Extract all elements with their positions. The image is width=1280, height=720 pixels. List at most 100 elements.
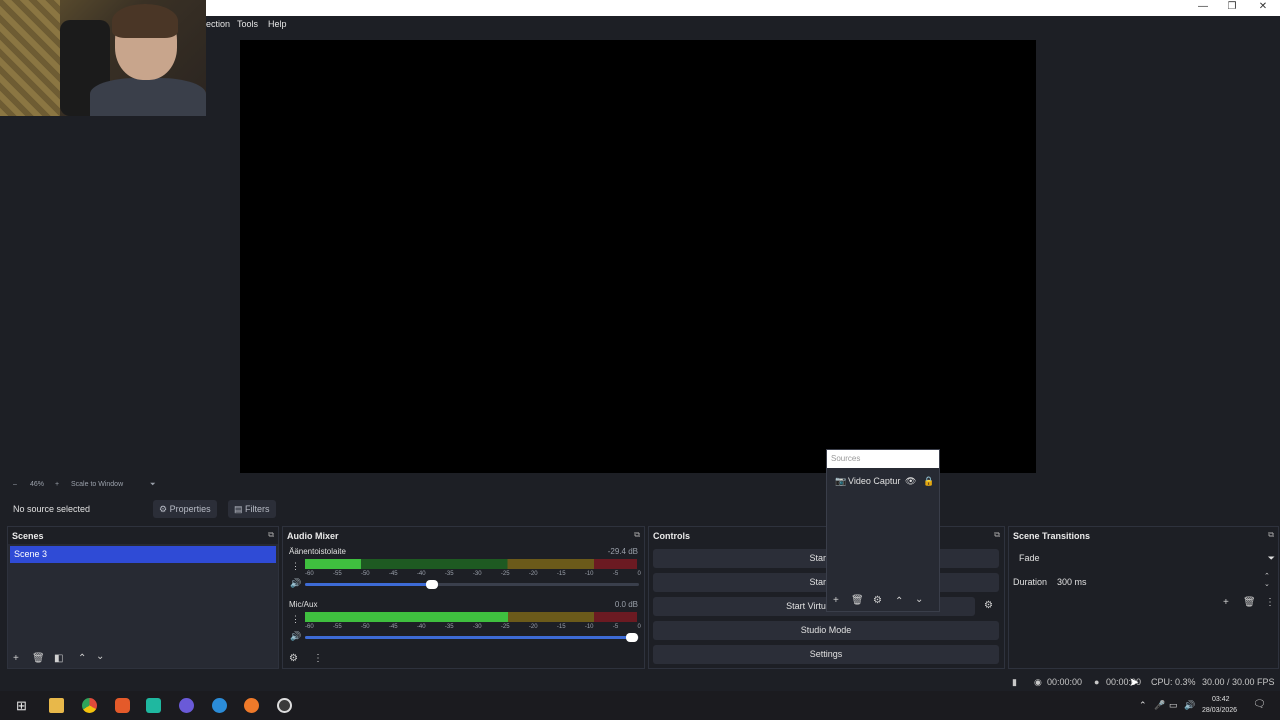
speaker-icon[interactable]: 🔊 [290,578,301,589]
cpu-usage: CPU: 0.3% [1151,677,1196,687]
app-icon[interactable] [146,698,161,713]
trash-icon[interactable]: 🗑 [851,595,864,606]
properties-label: Properties [169,504,211,514]
zoom-in-button[interactable]: + [55,481,59,488]
menu-scene-collection[interactable]: ection [206,19,230,29]
volume-meter [305,559,637,569]
meter-ticks: -60 -55 -50 -45 -40 -35 -30 -25 -20 -15 -10 -5 0 [305,571,641,577]
firefox-icon[interactable] [244,698,259,713]
properties-button[interactable]: ⚙ Properties [153,500,217,518]
gear-icon[interactable]: ⚙ [289,653,298,664]
kebab-menu-icon[interactable]: ⋮ [313,653,323,664]
meter-tick: -5 [612,624,619,630]
slider-fill [305,636,633,639]
speaker-icon[interactable]: 🔊 [290,631,301,642]
meter-tick: -20 [528,571,538,577]
minimize-button[interactable]: — [1188,0,1218,16]
meter-tick: 0 [637,624,641,630]
audio-mixer-dock: Audio Mixer ⧉ Äänentoistolaite -29.4 dB … [282,526,645,669]
kebab-menu-icon[interactable]: ⋮ [291,561,300,572]
sources-dock: Sources 📷 Video Captur 👁 🔒 + 🗑 ⚙ ⌃ ⌄ [826,449,940,612]
preview-canvas[interactable] [240,40,1036,473]
chevron-up-icon[interactable]: ⌃ [1139,700,1147,711]
clock-date[interactable]: 28/03/2026 [1202,707,1237,714]
transitions-title: Scene Transitions [1013,531,1091,541]
chevron-up-icon[interactable]: ⌃ [895,596,903,607]
add-icon[interactable]: + [833,595,839,606]
undock-icon[interactable]: ⧉ [1268,530,1274,540]
restore-button[interactable]: ❐ [1217,0,1247,16]
source-item[interactable]: 📷 Video Captur 👁 🔒 [827,474,939,488]
signal-icon: ▮ [1012,677,1017,687]
edge-icon[interactable] [212,698,227,713]
source-status: No source selected [13,504,91,514]
gear-icon[interactable]: ⚙ [984,600,993,611]
scenes-dock: Scenes ⧉ Scene 3 + 🗑 ◧ ⌃ ⌄ [7,526,279,669]
filters-button[interactable]: ▤ Filters [228,500,276,518]
volume-meter [305,612,637,622]
eye-icon[interactable]: 👁 [905,474,916,488]
discord-icon[interactable] [179,698,194,713]
clock-time[interactable]: 03:42 [1212,696,1230,703]
gear-icon[interactable]: ⚙ [873,595,882,606]
undock-icon[interactable]: ⧉ [634,530,640,540]
chevron-up-icon[interactable]: ⌃ [1264,572,1270,580]
kebab-menu-icon[interactable]: ⋮ [291,614,300,625]
chevron-down-icon[interactable]: ⏷ [150,481,156,489]
scenes-title: Scenes [12,531,44,541]
windows-start-icon[interactable]: ⊞ [16,698,27,714]
menu-help[interactable]: Help [268,19,287,29]
slider-knob[interactable] [626,633,639,642]
meter-tick: -40 [416,624,426,630]
studio-mode-button[interactable]: Studio Mode [653,621,999,640]
obs-icon[interactable] [277,698,292,713]
person-shirt [90,78,206,116]
lock-icon[interactable]: 🔒 [923,474,934,488]
meter-tick: -40 [416,571,426,577]
channel-name: Äänentoistolaite [289,547,346,556]
kebab-menu-icon[interactable]: ⋮ [1265,597,1275,608]
trash-icon[interactable]: 🗑 [32,653,45,664]
chevron-down-icon[interactable]: ⌄ [1264,580,1270,588]
stream-dot-icon: ◉ [1034,677,1042,687]
volume-icon[interactable]: 🔊 [1184,700,1195,711]
notification-icon[interactable]: 🗨 [1253,699,1266,710]
volume-slider[interactable] [305,580,639,589]
undock-icon[interactable]: ⧉ [268,530,274,540]
settings-button[interactable]: Settings [653,645,999,664]
chevron-down-icon[interactable]: ⌄ [915,594,923,605]
add-icon[interactable]: + [13,653,19,664]
source-label: Video Captur [848,476,901,486]
add-icon[interactable]: + [1223,597,1229,608]
chevron-up-icon[interactable]: ⌃ [78,653,86,664]
microphone-icon[interactable]: 🎤 [1154,700,1165,711]
scene-item[interactable]: Scene 3 [10,546,276,563]
brave-icon[interactable] [115,698,130,713]
record-dot-icon: ● [1094,677,1100,687]
trash-icon[interactable]: 🗑 [1243,597,1256,608]
file-explorer-icon[interactable] [49,698,64,713]
menu-tools[interactable]: Tools [237,19,258,29]
webcam-overlay [0,0,206,116]
close-button[interactable]: ✕ [1248,0,1278,16]
volume-slider[interactable] [305,633,639,642]
status-bar: ▮ ◉ 00:00:00 ● 00:00:00 CPU: 0.3% 30.00 … [0,672,1280,691]
zoom-out-button[interactable]: – [13,481,17,488]
network-icon[interactable]: ▭ [1169,700,1178,711]
transition-select[interactable]: Fade ⏷ [1013,553,1275,567]
filter-icon[interactable]: ◧ [54,653,63,664]
chevron-down-icon[interactable]: ⌄ [96,651,104,662]
scale-mode-select[interactable]: Scale to Window [71,481,123,488]
undock-icon[interactable]: ⧉ [994,530,1000,540]
person-hair [112,4,178,38]
duration-input[interactable]: 300 ms [1057,577,1087,587]
scenes-list: Scene 3 + 🗑 ◧ ⌃ ⌄ [8,544,278,668]
slider-knob[interactable] [425,580,438,589]
meter-tick: -25 [500,571,510,577]
chrome-icon[interactable] [82,698,97,713]
source-context-bar: No source selected ⚙ Properties ▤ Filter… [0,497,1280,521]
meter-tick: -10 [584,571,594,577]
meter-tick: -20 [528,624,538,630]
channel-name: Mic/Aux [289,600,318,609]
fps-readout: 30.00 / 30.00 FPS [1202,677,1275,687]
